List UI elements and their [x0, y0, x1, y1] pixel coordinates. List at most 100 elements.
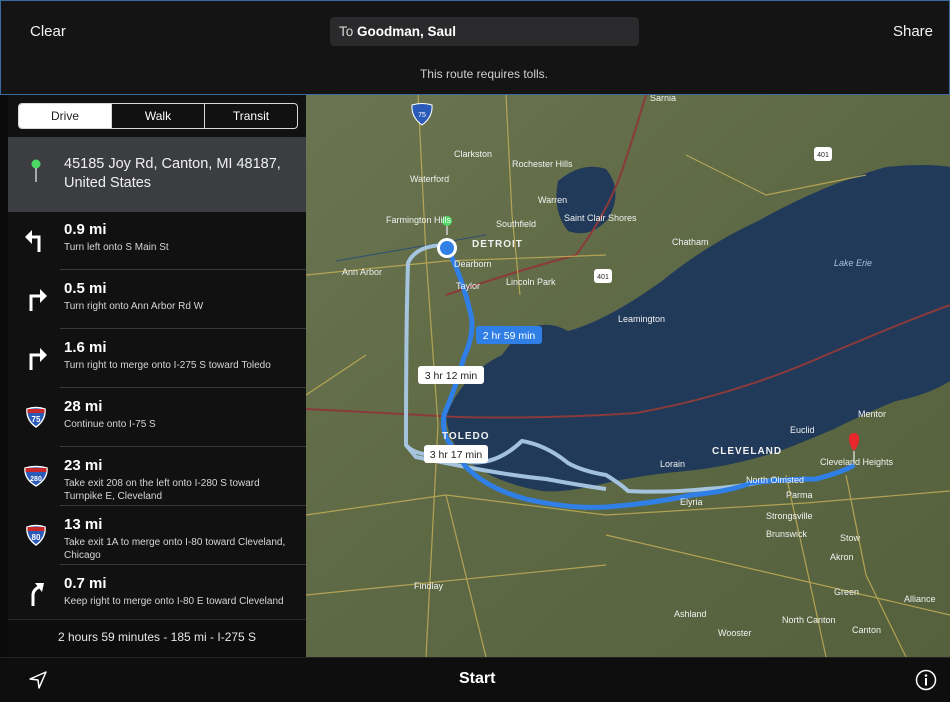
place-label: Akron — [830, 552, 854, 562]
route-time-alt1: 3 hr 12 min — [425, 370, 478, 382]
toll-notice: This route requires tolls. — [419, 67, 549, 81]
route-summary: 2 hours 59 minutes - 185 mi - I-275 S — [8, 619, 306, 657]
place-label: Findlay — [414, 581, 444, 591]
divider — [60, 505, 306, 506]
place-label: DETROIT — [472, 239, 523, 250]
step-distance: 13 mi — [64, 516, 103, 533]
divider — [60, 387, 306, 388]
start-button[interactable]: Start — [459, 670, 495, 688]
mode-walk[interactable]: Walk — [111, 104, 204, 128]
place-label: Leamington — [618, 314, 665, 324]
direction-step[interactable]: 0.7 mi Keep right to merge onto I-80 E t… — [8, 566, 306, 624]
origin-address: 45185 Joy Rd, Canton, MI 48187, United S… — [64, 155, 299, 193]
i75-shield-number: 75 — [418, 112, 426, 119]
place-label: Chatham — [672, 237, 709, 247]
direction-step[interactable]: 280 23 mi Take exit 208 on the left onto… — [8, 448, 306, 506]
place-label: CLEVELAND — [712, 446, 782, 457]
route-time-label-alt1[interactable]: 3 hr 12 min — [418, 366, 484, 384]
step-distance: 1.6 mi — [64, 339, 107, 356]
mode-transit[interactable]: Transit — [204, 104, 297, 128]
shield-number: 80 — [32, 533, 41, 542]
place-label: North Canton — [782, 615, 836, 625]
s401a-number: 401 — [817, 152, 829, 159]
turn-left-icon — [22, 226, 50, 254]
place-label: Lorain — [660, 459, 685, 469]
place-label: Canton — [852, 625, 881, 635]
place-label: Taylor — [456, 281, 480, 291]
step-instruction: Continue onto I-75 S — [64, 419, 156, 430]
place-label: Saint Clair Shores — [564, 213, 637, 223]
destination-name: Goodman, Saul — [357, 24, 457, 39]
place-label: Euclid — [790, 425, 815, 435]
share-button[interactable]: Share — [893, 23, 933, 40]
divider — [60, 328, 306, 329]
route-time-label-primary[interactable]: 2 hr 59 min — [476, 326, 542, 344]
info-icon[interactable] — [915, 669, 937, 696]
place-label: Cleveland Heights — [820, 457, 894, 467]
origin-address-line1: 45185 Joy Rd, Canton, MI 48187, — [64, 156, 281, 172]
place-label: Lake Erie — [834, 258, 872, 268]
divider — [60, 446, 306, 447]
destination-field[interactable]: To Goodman, Saul — [330, 17, 639, 46]
place-label: Alliance — [904, 594, 936, 604]
direction-step[interactable]: 0.9 mi Turn left onto S Main St — [8, 212, 306, 270]
place-label: Southfield — [496, 219, 536, 229]
keep-right-icon — [22, 580, 50, 608]
step-distance: 28 mi — [64, 398, 103, 415]
shield-number: 280 — [30, 476, 42, 483]
direction-step[interactable]: 80 13 mi Take exit 1A to merge onto I-80… — [8, 507, 306, 565]
direction-step[interactable]: 0.5 mi Turn right onto Ann Arbor Rd W — [8, 271, 306, 329]
place-label: Strongsville — [766, 511, 813, 521]
route-time-label-alt2[interactable]: 3 hr 17 min — [424, 445, 488, 463]
step-distance: 0.7 mi — [64, 575, 107, 592]
place-label: Rochester Hills — [512, 159, 573, 169]
step-distance: 0.9 mi — [64, 221, 107, 238]
route-time-primary: 2 hr 59 min — [483, 330, 536, 342]
place-label: Parma — [786, 490, 813, 500]
navigation-header: Clear To Goodman, Saul Share This route … — [0, 0, 950, 95]
current-location-icon[interactable] — [28, 670, 48, 695]
turn-right-icon — [22, 344, 50, 372]
place-label: Elyria — [680, 497, 703, 507]
place-label: Brunswick — [766, 529, 808, 539]
turn-right-icon — [22, 285, 50, 313]
step-instruction: Take exit 1A to merge onto I-80 toward C… — [64, 537, 286, 561]
place-label: Stow — [840, 533, 861, 543]
place-label: Wooster — [718, 628, 751, 638]
place-label: Ashland — [674, 609, 707, 619]
route-401-shield-icon: 401 — [594, 269, 612, 283]
interstate-75-shield-icon: 75 — [22, 403, 50, 431]
place-label: Ann Arbor — [342, 267, 382, 277]
route-401-shield-icon: 401 — [814, 147, 832, 161]
place-label: Waterford — [410, 174, 449, 184]
interstate-80-shield-icon: 80 — [22, 521, 50, 549]
step-distance: 0.5 mi — [64, 280, 107, 297]
step-instruction: Turn right onto Ann Arbor Rd W — [64, 301, 204, 312]
place-label: Dearborn — [454, 259, 492, 269]
place-label: Farmington Hills — [386, 215, 452, 225]
step-instruction: Turn left onto S Main St — [64, 242, 169, 253]
place-label: Clarkston — [454, 149, 492, 159]
map-canvas[interactable]: 2 hr 59 min 3 hr 12 min 3 hr 17 min 75 4… — [306, 95, 950, 657]
interstate-280-shield-icon: 280 — [22, 462, 50, 490]
destination-prefix: To — [339, 24, 358, 39]
place-label: North Olmsted — [746, 475, 804, 485]
bottom-toolbar: Start — [0, 657, 950, 702]
divider — [60, 564, 306, 565]
step-instruction: Turn right to merge onto I-275 S toward … — [64, 360, 271, 371]
mode-drive[interactable]: Drive — [19, 104, 111, 128]
transport-mode-selector: Drive Walk Transit — [18, 103, 298, 129]
step-distance: 23 mi — [64, 457, 103, 474]
place-label: Mentor — [858, 409, 886, 419]
step-instruction: Take exit 208 on the left onto I-280 S t… — [64, 478, 260, 502]
divider — [60, 269, 306, 270]
origin-row[interactable]: 45185 Joy Rd, Canton, MI 48187, United S… — [8, 137, 306, 212]
step-instruction: Keep right to merge onto I-80 E toward C… — [64, 596, 284, 607]
s401b-number: 401 — [597, 274, 609, 281]
direction-step[interactable]: 75 28 mi Continue onto I-75 S — [8, 389, 306, 447]
map-view[interactable]: 2 hr 59 min 3 hr 12 min 3 hr 17 min 75 4… — [306, 95, 950, 657]
place-label: Lincoln Park — [506, 277, 556, 287]
direction-step[interactable]: 1.6 mi Turn right to merge onto I-275 S … — [8, 330, 306, 388]
place-label: Sarnia — [650, 95, 676, 103]
clear-button[interactable]: Clear — [30, 23, 66, 40]
